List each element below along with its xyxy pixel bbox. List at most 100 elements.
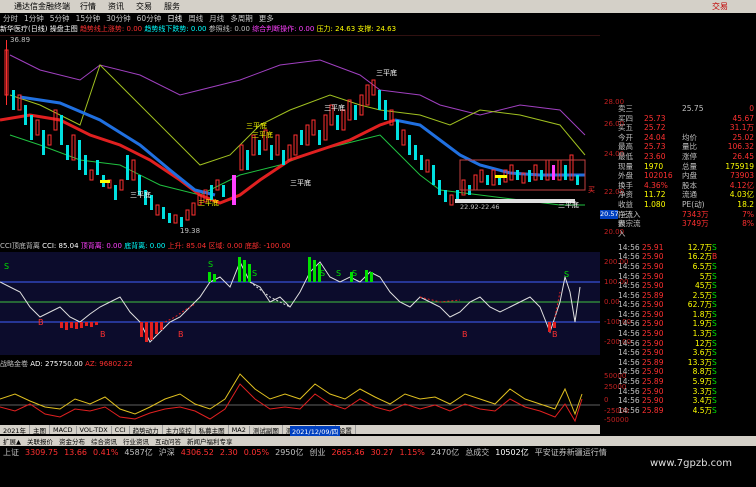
quote-key2: 均价 (682, 132, 697, 142)
tick-row: 14:56 25.91 12.7万 S (618, 243, 756, 253)
status-item: 4306.52 (180, 447, 214, 457)
tick-row: 14:56 25.89 5.9万 S (618, 377, 756, 387)
ad-title[interactable]: 战略金卷 (0, 360, 28, 368)
quote-key2: 涨停 (682, 151, 697, 161)
status-item: 13.66 (64, 447, 87, 457)
quote-key2: 流通 (682, 190, 697, 200)
cci-header: CCI顶底背离 CCI: 85.04 顶背离: 0.00 底背离: 0.00 上… (0, 241, 600, 251)
indicator-tab[interactable]: MA2 (229, 425, 250, 434)
period-tab[interactable]: 30分钟 (103, 13, 134, 24)
quote-row: 换手 4.36% 股本 4.12亿 (618, 181, 756, 191)
tick-cell: 14:56 (618, 377, 640, 387)
tick-row: 14:56 25.89 4.5万 S (618, 406, 756, 416)
quote-key2: 3749万 (682, 219, 709, 229)
sub-tab[interactable]: 综合资讯 (88, 436, 120, 446)
menu-item-trade[interactable]: 交易 (130, 1, 158, 12)
menu-item-quotes[interactable]: 行情 (74, 1, 102, 12)
cci-title[interactable]: CCI顶底背离 (0, 242, 40, 250)
sub-tab[interactable]: 资金分布 (56, 436, 88, 446)
tick-row: 14:56 25.90 12万 S (618, 339, 756, 349)
watermark: www.7gpzb.com (650, 458, 732, 469)
period-tab[interactable]: 月线 (206, 13, 227, 24)
sub-tab[interactable]: 行业资讯 (120, 436, 152, 446)
sub-tab[interactable]: 互动问答 (152, 436, 184, 446)
status-item: 1.15% (399, 447, 425, 457)
quote-value2: 73903 (730, 171, 754, 181)
quote-value2: 18.2 (737, 199, 754, 209)
indicator-tab[interactable]: CCI (112, 425, 130, 434)
cci-chart[interactable]: S S S S S S B B B B S B (0, 252, 600, 355)
indicator-tab[interactable]: 私募主图 (196, 425, 229, 434)
indicator-tab[interactable]: MACD (50, 425, 77, 434)
signal-annotation: 三平底 (198, 199, 219, 207)
indicator-tab[interactable]: 主图 (30, 425, 51, 434)
sell-signal: S (4, 262, 10, 271)
sub-tab[interactable]: 扩展▲ (0, 436, 24, 446)
tick-cell: 14:56 (618, 300, 640, 310)
period-tab[interactable]: 周线 (185, 13, 206, 24)
quote-value2: 175919 (725, 161, 754, 171)
quote-key2: 25.75 (682, 104, 704, 113)
buy-signal: B (178, 330, 184, 339)
tick-row: 14:56 25.90 16.2万 B (618, 252, 756, 262)
period-tab[interactable]: 1分钟 (21, 13, 47, 24)
tick-cell: S (712, 242, 717, 252)
quote-key2: 量比 (682, 142, 697, 152)
sub-tab[interactable]: 关联报价 (24, 436, 56, 446)
menu-bar: 通达信金融终端 行情 资讯 交易 服务 交易 (0, 0, 756, 13)
cci-upper: 上升: 85.04 (167, 242, 207, 250)
quote-value2: 8% (742, 219, 754, 229)
tick-cell: 25.90 (642, 329, 664, 339)
tick-row: 14:56 25.90 3.4万 S (618, 396, 756, 406)
indicator-tab[interactable]: 趋势动力 (130, 425, 163, 434)
period-tab[interactable]: 更多 (256, 13, 277, 24)
period-tab[interactable]: 多周期 (227, 13, 256, 24)
indicator-field: 趋势线上涨势: 0.00 (79, 25, 143, 33)
period-tab[interactable]: 分时 (0, 13, 21, 24)
tick-cell: S (712, 271, 717, 281)
indicator-tab[interactable]: VOL-TDX (77, 425, 112, 434)
buy-signal: B (38, 318, 44, 327)
tick-cell: 14:56 (618, 319, 640, 329)
tick-row: 14:56 25.90 1.8万 S (618, 310, 756, 320)
period-tab[interactable]: 5分钟 (47, 13, 73, 24)
az-value: AZ: 96802.22 (85, 360, 133, 368)
quote-value2: 25.02 (732, 132, 754, 142)
tick-cell: S (712, 396, 717, 406)
tick-row: 14:56 25.90 1.3万 S (618, 329, 756, 339)
quote-key2: 总量 (682, 161, 697, 171)
tick-cell: 25.90 (642, 281, 664, 291)
quote-key: 大宗流入 (618, 219, 641, 238)
buy-signal: B (462, 330, 468, 339)
tick-cell: 25.90 (642, 348, 664, 358)
period-tab-selected[interactable]: 日线 (164, 13, 185, 24)
period-tab[interactable]: 15分钟 (73, 13, 104, 24)
menu-item-service[interactable]: 服务 (158, 1, 186, 12)
sell-signal: S (564, 270, 570, 279)
signal-annotation: 买 (588, 186, 595, 194)
quote-row: 净流入额 7343万 7% (618, 209, 756, 229)
ad-chart[interactable] (0, 369, 600, 425)
quote-key2 (682, 123, 716, 133)
indicator-tab[interactable]: 测试副图 (250, 425, 283, 434)
main-price-chart[interactable]: 36.89 19.38 22.92-22.46 三平底 三平底 三平底 三平底 … (0, 34, 600, 240)
sell-signal: S (352, 269, 358, 278)
quote-key: 净流入额 (618, 209, 641, 229)
period-tab[interactable]: 60分钟 (134, 13, 165, 24)
indicator-tab[interactable]: 主力监控 (163, 425, 196, 434)
bottom-sub-tabs: 扩展▲ 关联报价 资金分布 综合资讯 行业资讯 互动问答 新闻户福利专享 (0, 436, 756, 446)
ad-y-label: 0 (604, 396, 609, 404)
indicator-tab[interactable]: 2021年 (0, 425, 31, 434)
market-status-bar: 上证 3309.75 13.66 0.41% 4587亿 沪深 4306.52 2.30 0.0… (0, 447, 756, 457)
tick-cell: 12万 (694, 338, 712, 348)
tick-cell: 14:56 (618, 405, 640, 415)
quote-key2 (682, 114, 716, 124)
quote-value: 1970 (644, 161, 664, 171)
menu-item-news[interactable]: 资讯 (102, 1, 130, 12)
quote-value: 23.60 (644, 151, 666, 161)
indicator-field[interactable]: 操盘主图 (50, 25, 78, 33)
sub-tab[interactable]: 新闻户福利专享 (184, 436, 236, 446)
tick-cell: 4.5万 (692, 405, 712, 415)
quote-row: 买五 25.72 31.1万 (618, 123, 756, 133)
trade-brand[interactable]: 交易 (712, 1, 756, 12)
